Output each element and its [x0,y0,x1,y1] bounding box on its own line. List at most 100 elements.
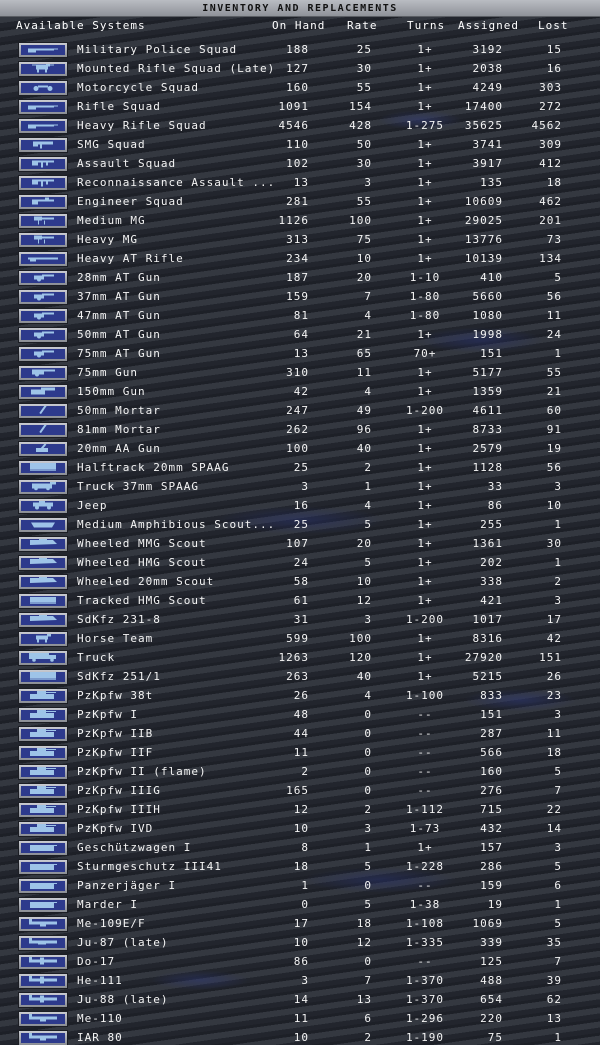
unit-icon-button[interactable] [18,251,68,267]
unit-icon-button[interactable] [18,346,68,362]
unit-icon-button[interactable] [18,327,68,343]
system-row[interactable]: PzKpfw IIF 11 0 -- 566 18 [0,744,600,763]
system-row[interactable]: Assault Squad 102 30 1+ 3917 412 [0,155,600,174]
unit-icon-button[interactable] [18,289,68,305]
unit-icon-button[interactable] [18,460,68,476]
system-row[interactable]: PzKpfw IIIH 12 2 1-112 715 22 [0,801,600,820]
system-row[interactable]: Me-109E/F 17 18 1-108 1069 5 [0,915,600,934]
system-row[interactable]: PzKpfw I 48 0 -- 151 3 [0,706,600,725]
system-row[interactable]: 50mm AT Gun 64 21 1+ 1998 24 [0,326,600,345]
system-row[interactable]: Tracked HMG Scout 61 12 1+ 421 3 [0,592,600,611]
unit-icon-button[interactable] [18,878,68,894]
unit-icon-button[interactable] [18,650,68,666]
unit-icon-button[interactable] [18,1030,68,1045]
unit-icon-button[interactable] [18,194,68,210]
header-on-hand[interactable]: On Hand [272,19,325,32]
system-row[interactable]: Marder I 0 5 1-38 19 1 [0,896,600,915]
system-row[interactable]: Jeep 16 4 1+ 86 10 [0,497,600,516]
unit-icon-button[interactable] [18,156,68,172]
unit-icon-button[interactable] [18,612,68,628]
unit-icon-button[interactable] [18,80,68,96]
unit-icon-button[interactable] [18,403,68,419]
system-row[interactable]: PzKpfw 38t 26 4 1-100 833 23 [0,687,600,706]
unit-icon-button[interactable] [18,498,68,514]
system-row[interactable]: Medium Amphibious Scout... 25 5 1+ 255 1 [0,516,600,535]
unit-icon-button[interactable] [18,764,68,780]
system-row[interactable]: Wheeled HMG Scout 24 5 1+ 202 1 [0,554,600,573]
system-row[interactable]: 50mm Mortar 247 49 1-200 4611 60 [0,402,600,421]
unit-icon-button[interactable] [18,213,68,229]
system-row[interactable]: Wheeled MMG Scout 107 20 1+ 1361 30 [0,535,600,554]
unit-icon-button[interactable] [18,631,68,647]
unit-icon-button[interactable] [18,175,68,191]
unit-icon-button[interactable] [18,916,68,932]
unit-icon-button[interactable] [18,517,68,533]
unit-icon-button[interactable] [18,479,68,495]
system-row[interactable]: IAR 80 10 2 1-190 75 1 [0,1029,600,1045]
system-row[interactable]: 20mm AA Gun 100 40 1+ 2579 19 [0,440,600,459]
system-row[interactable]: SMG Squad 110 50 1+ 3741 309 [0,136,600,155]
unit-icon-button[interactable] [18,593,68,609]
unit-icon-button[interactable] [18,308,68,324]
unit-icon-button[interactable] [18,707,68,723]
unit-icon-button[interactable] [18,821,68,837]
header-available-systems[interactable]: Available Systems [16,19,146,32]
system-row[interactable]: Heavy Rifle Squad 4546 428 1-275 35625 4562 [0,117,600,136]
unit-icon-button[interactable] [18,365,68,381]
unit-icon-button[interactable] [18,897,68,913]
system-row[interactable]: He-111 3 7 1-370 488 39 [0,972,600,991]
system-row[interactable]: Me-110 11 6 1-296 220 13 [0,1010,600,1029]
system-row[interactable]: Mounted Rifle Squad (Late) 127 30 1+ 2038 16 [0,60,600,79]
unit-icon-button[interactable] [18,61,68,77]
system-row[interactable]: Ju-87 (late) 10 12 1-335 339 35 [0,934,600,953]
system-row[interactable]: 81mm Mortar 262 96 1+ 8733 91 [0,421,600,440]
unit-icon-button[interactable] [18,536,68,552]
unit-icon-button[interactable] [18,669,68,685]
header-rate[interactable]: Rate [347,19,378,32]
unit-icon-button[interactable] [18,783,68,799]
unit-icon-button[interactable] [18,973,68,989]
unit-icon-button[interactable] [18,1011,68,1027]
unit-icon-button[interactable] [18,137,68,153]
unit-icon-button[interactable] [18,118,68,134]
unit-icon-button[interactable] [18,270,68,286]
system-row[interactable]: Truck 37mm SPAAG 3 1 1+ 33 3 [0,478,600,497]
header-assigned[interactable]: Assigned [458,19,519,32]
system-row[interactable]: Halftrack 20mm SPAAG 25 2 1+ 1128 56 [0,459,600,478]
unit-icon-button[interactable] [18,726,68,742]
system-row[interactable]: Wheeled 20mm Scout 58 10 1+ 338 2 [0,573,600,592]
system-row[interactable]: Heavy MG 313 75 1+ 13776 73 [0,231,600,250]
system-row[interactable]: Rifle Squad 1091 154 1+ 17400 272 [0,98,600,117]
system-row[interactable]: 75mm AT Gun 13 65 70+ 151 1 [0,345,600,364]
system-row[interactable]: 47mm AT Gun 81 4 1-80 1080 11 [0,307,600,326]
unit-icon-button[interactable] [18,42,68,58]
system-row[interactable]: Horse Team 599 100 1+ 8316 42 [0,630,600,649]
system-row[interactable]: Ju-88 (late) 14 13 1-370 654 62 [0,991,600,1010]
unit-icon-button[interactable] [18,232,68,248]
system-row[interactable]: Panzerjäger I 1 0 -- 159 6 [0,877,600,896]
system-row[interactable]: PzKpfw IVD 10 3 1-73 432 14 [0,820,600,839]
system-row[interactable]: SdKfz 231-8 31 3 1-200 1017 17 [0,611,600,630]
header-lost[interactable]: Lost [538,19,569,32]
header-turns[interactable]: Turns [407,19,445,32]
unit-icon-button[interactable] [18,574,68,590]
unit-icon-button[interactable] [18,441,68,457]
system-row[interactable]: Medium MG 1126 100 1+ 29025 201 [0,212,600,231]
system-row[interactable]: PzKpfw II (flame) 2 0 -- 160 5 [0,763,600,782]
system-row[interactable]: Geschützwagen I 8 1 1+ 157 3 [0,839,600,858]
system-row[interactable]: Reconnaissance Assault ... 13 3 1+ 135 18 [0,174,600,193]
system-row[interactable]: Motorcycle Squad 160 55 1+ 4249 303 [0,79,600,98]
unit-icon-button[interactable] [18,745,68,761]
unit-icon-button[interactable] [18,992,68,1008]
unit-icon-button[interactable] [18,859,68,875]
system-row[interactable]: 37mm AT Gun 159 7 1-80 5660 56 [0,288,600,307]
system-row[interactable]: 75mm Gun 310 11 1+ 5177 55 [0,364,600,383]
unit-icon-button[interactable] [18,688,68,704]
system-row[interactable]: Sturmgeschutz III41 18 5 1-228 286 5 [0,858,600,877]
system-row[interactable]: Military Police Squad 188 25 1+ 3192 15 [0,41,600,60]
unit-icon-button[interactable] [18,954,68,970]
unit-icon-button[interactable] [18,384,68,400]
unit-icon-button[interactable] [18,840,68,856]
system-row[interactable]: PzKpfw IIIG 165 0 -- 276 7 [0,782,600,801]
unit-icon-button[interactable] [18,802,68,818]
